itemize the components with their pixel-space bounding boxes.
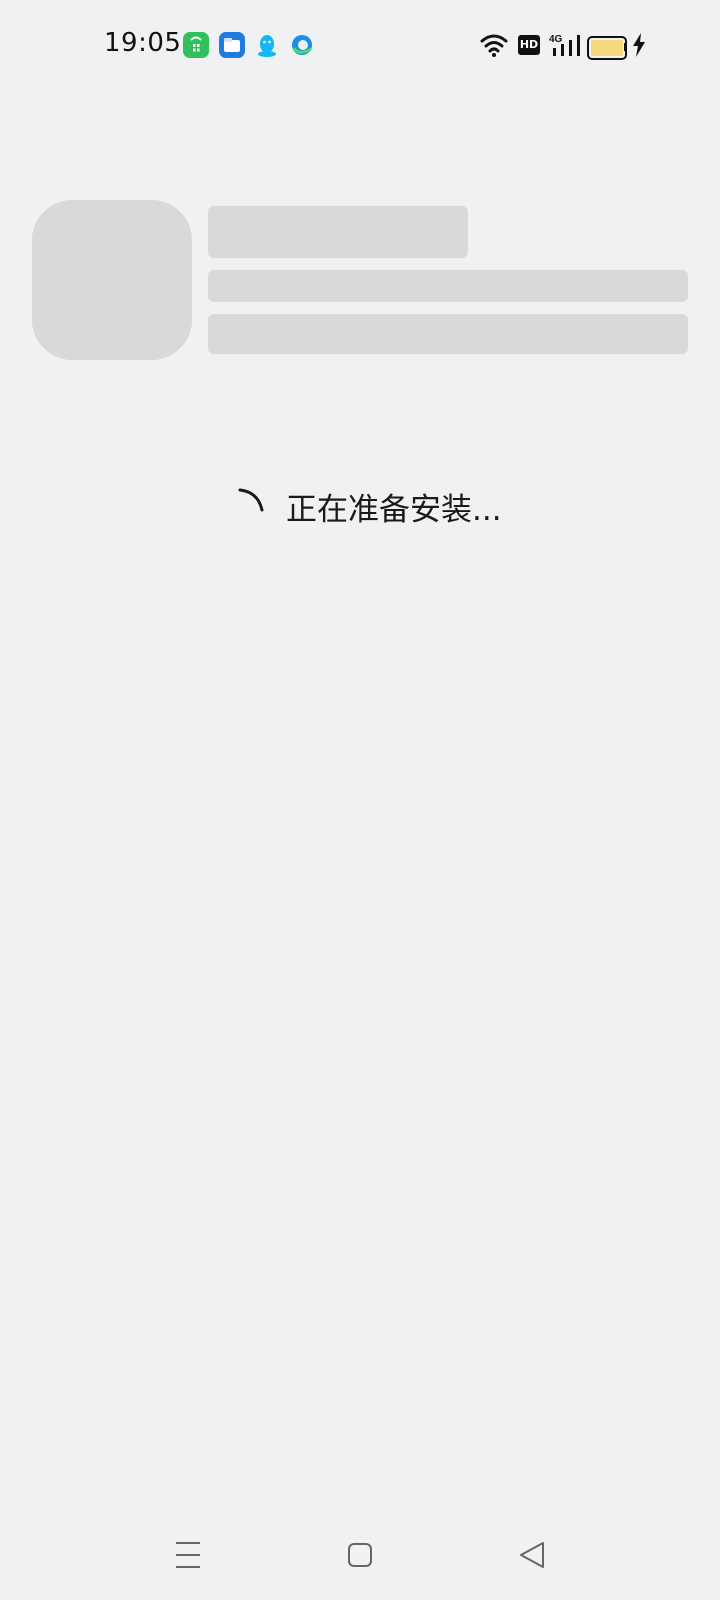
battery-fill — [591, 40, 623, 56]
status-bar: 19:05 HD 4G — [0, 0, 720, 90]
qq-icon — [254, 32, 280, 58]
back-icon — [507, 1542, 557, 1584]
file-manager-icon — [219, 32, 245, 58]
wifi-icon — [480, 32, 508, 62]
menu-icon — [163, 1542, 213, 1584]
back-button[interactable] — [507, 1530, 557, 1580]
battery-icon — [587, 36, 627, 60]
app-name-placeholder — [208, 206, 468, 258]
browser-icon — [289, 32, 315, 58]
spinner-icon — [236, 486, 268, 522]
app-market-icon — [183, 32, 209, 58]
battery-cap — [624, 43, 627, 51]
charging-bolt-icon — [632, 33, 646, 61]
network-type-label: 4G — [549, 34, 563, 45]
install-screen: 19:05 HD 4G 正在准备安装... — [0, 0, 720, 1600]
app-icon-placeholder — [32, 200, 192, 360]
app-info-placeholder-2 — [208, 314, 688, 354]
loading-text: 正在准备安装... — [286, 492, 502, 528]
app-info-placeholder-1 — [208, 270, 688, 302]
home-icon — [335, 1543, 385, 1584]
signal-icon: 4G — [549, 32, 583, 62]
status-time: 19:05 — [104, 28, 182, 58]
loading-indicator: 正在准备安装... — [0, 480, 720, 530]
hd-badge: HD — [518, 35, 540, 55]
navigation-bar — [0, 1520, 720, 1590]
home-button[interactable] — [335, 1530, 385, 1580]
menu-button[interactable] — [163, 1530, 213, 1580]
